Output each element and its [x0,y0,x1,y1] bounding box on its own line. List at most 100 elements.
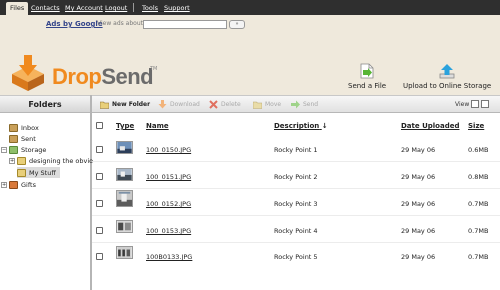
folder-storage[interactable]: − Storage [1,144,46,155]
new-folder-button[interactable]: New Folder [100,100,150,109]
folder-gifts[interactable]: + Gifts [1,179,36,190]
column-size[interactable]: Size [468,122,484,130]
folder-designing-the-obvio[interactable]: + designing the obvio [9,155,93,166]
file-size: 0.7MB [468,253,489,261]
ads-by-google-link[interactable]: Ads by Google [46,20,103,28]
upload-button[interactable]: Upload to Online Storage [403,63,491,90]
row-divider [92,161,500,162]
sort-arrow-icon: ↓ [321,122,328,130]
delete-label: Delete [221,101,241,108]
nav-divider [133,3,134,12]
move-icon [253,101,262,109]
column-name[interactable]: Name [146,122,169,130]
file-name-link[interactable]: 100_0150.JPG [146,146,191,154]
upload-icon [439,64,455,79]
top-nav: Files Contacts My Account Logout Tools S… [0,0,500,15]
photo-thumbnail[interactable] [116,246,133,259]
gifts-folder-icon [9,180,18,189]
row-checkbox[interactable] [96,173,103,180]
nav-logout[interactable]: Logout [105,4,127,12]
file-name-link[interactable]: 100B0133.JPG [146,253,192,261]
folder-label: designing the obvio [29,156,94,165]
row-divider [92,215,500,216]
folder-inbox[interactable]: Inbox [9,122,39,133]
file-name-link[interactable]: 100_0151.JPG [146,173,191,181]
row-divider [92,242,500,243]
file-name-link[interactable]: 100_0152.JPG [146,200,191,208]
move-button[interactable]: Move [253,100,281,109]
logo-trademark: TM [150,66,158,72]
send-label: Send [303,101,319,108]
row-divider [92,188,500,189]
photo-thumbnail[interactable] [116,168,133,181]
folder-icon [17,156,26,165]
nav-my-account[interactable]: My Account [65,4,103,12]
file-description: Rocky Point 4 [274,227,318,235]
file-size: 0.6MB [468,146,489,154]
file-date: 29 May 06 [401,227,436,235]
storage-folder-icon [9,145,18,154]
folder-tree: Inbox Sent − Storage + designing the obv… [0,113,93,290]
folder-label: My Stuff [29,168,56,177]
new-folder-label: New Folder [112,101,151,108]
folder-label: Storage [21,145,47,154]
expand-icon[interactable]: + [1,181,7,188]
dropsend-logo-icon [12,55,44,91]
inbox-folder-icon [9,123,18,132]
expand-icon[interactable]: + [9,157,15,164]
send-file-icon [360,63,374,79]
file-size: 0.7MB [468,227,489,235]
send-file-button[interactable]: Send a File [348,63,386,90]
dropsend-logo-text: DropSend [52,64,154,90]
column-type[interactable]: Type [116,122,134,130]
logo-drop: Drop [52,64,102,89]
ads-search-button[interactable]: » [229,20,245,29]
photo-thumbnail[interactable] [116,190,133,207]
download-button[interactable]: Download [158,100,200,109]
row-checkbox[interactable] [96,253,103,260]
folder-label: Inbox [21,123,39,132]
column-date-uploaded[interactable]: Date Uploaded [401,122,459,130]
view-label: View [455,101,470,108]
file-name-link[interactable]: 100_0153.JPG [146,227,191,235]
file-date: 29 May 06 [401,146,436,154]
select-all-checkbox[interactable] [96,122,103,129]
file-description: Rocky Point 5 [274,253,318,261]
folder-my-stuff[interactable]: My Stuff [17,167,60,178]
folders-header: Folders [0,95,90,113]
thumbnail-view-icon[interactable] [481,100,489,108]
file-description: Rocky Point 2 [274,173,318,181]
file-toolbar: New Folder Download Delete Move Send Vie… [92,95,500,113]
download-icon [158,100,167,109]
send-file-label: Send a File [348,82,387,90]
column-description[interactable]: Description ↓ [274,122,328,130]
delete-icon [209,100,218,109]
collapse-icon[interactable]: − [1,146,7,153]
row-checkbox[interactable] [96,227,103,234]
file-date: 29 May 06 [401,253,436,261]
nav-tools[interactable]: Tools [142,4,158,12]
file-list: Type Name Description ↓ Date Uploaded Si… [92,113,500,290]
file-size: 0.7MB [468,200,489,208]
nav-files[interactable]: Files [6,2,29,15]
list-view-icon[interactable] [471,100,479,108]
photo-thumbnail[interactable] [116,220,133,233]
row-checkbox[interactable] [96,200,103,207]
folder-label: Gifts [21,180,36,189]
file-date: 29 May 06 [401,200,436,208]
ads-search-input[interactable] [143,20,227,29]
file-date: 29 May 06 [401,173,436,181]
send-button[interactable]: Send [291,100,318,109]
send-arrow-icon [291,100,300,109]
photo-thumbnail[interactable] [116,141,133,154]
move-label: Move [265,101,282,108]
folder-label: Sent [21,134,36,143]
row-checkbox[interactable] [96,146,103,153]
nav-support[interactable]: Support [164,4,190,12]
file-description: Rocky Point 3 [274,200,318,208]
delete-button[interactable]: Delete [209,100,241,109]
new-folder-icon [100,101,109,109]
folder-sent[interactable]: Sent [9,133,36,144]
file-size: 0.8MB [468,173,489,181]
nav-contacts[interactable]: Contacts [31,4,60,12]
